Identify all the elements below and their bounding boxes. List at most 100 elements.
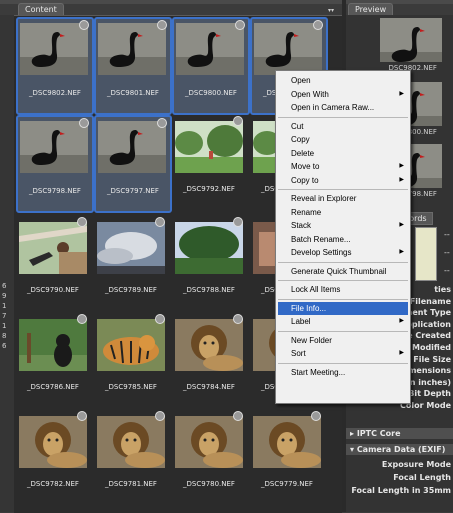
menu-separator xyxy=(278,189,408,190)
context-menu: Open Open With ▶ Open in Camera Raw... Cut Co… xyxy=(275,70,411,404)
menu-item[interactable]: New Folder xyxy=(278,334,408,347)
thumbnail-image[interactable] xyxy=(98,23,166,75)
menu-item[interactable]: File Info... xyxy=(278,301,408,315)
menu-item-label: Open xyxy=(291,76,311,85)
submenu-arrow-icon: ▶ xyxy=(399,350,404,356)
thumbnail-filename: _DSC9782.NEF xyxy=(27,480,79,488)
thumbnail-filename: _DSC9800.NEF xyxy=(185,89,237,97)
menu-item[interactable]: Open in Camera Raw... xyxy=(278,101,408,114)
thumbnail-cell[interactable]: _DSC9781.NEF xyxy=(94,410,168,504)
menu-item[interactable]: Open With ▶ xyxy=(278,88,408,101)
thumbnail-cell[interactable]: _DSC9792.NEF xyxy=(172,115,246,209)
thumbnail-filename: _DSC9802.NEF xyxy=(29,89,81,97)
menu-item[interactable]: Reveal in Explorer xyxy=(278,192,408,205)
thumbnail-image[interactable] xyxy=(254,23,322,75)
thumbnail-filename: _DSC9789.NEF xyxy=(105,286,157,294)
menu-item[interactable]: Copy to ▶ xyxy=(278,174,408,187)
menu-item-label: Reveal in Explorer xyxy=(291,194,357,203)
thumbnail-cell[interactable]: _DSC9786.NEF xyxy=(16,313,90,407)
keyword-value: -- xyxy=(444,248,450,257)
thumbnail-image[interactable] xyxy=(253,416,321,468)
camera-raw-badge-icon xyxy=(77,217,87,227)
thumbnail-filename: _DSC9779.NEF xyxy=(261,480,313,488)
submenu-arrow-icon: ▶ xyxy=(399,249,404,255)
menu-item[interactable]: Develop Settings ▶ xyxy=(278,246,408,259)
thumbnail-cell[interactable]: _DSC9800.NEF xyxy=(172,17,250,115)
thumbnail-cell[interactable]: _DSC9788.NEF xyxy=(172,216,246,310)
menu-item[interactable]: Rename xyxy=(278,206,408,219)
thumbnail-image[interactable] xyxy=(97,222,165,274)
camera-raw-badge-icon xyxy=(77,411,87,421)
thumbnail-image[interactable] xyxy=(20,121,88,173)
camera-raw-badge-icon xyxy=(235,20,245,30)
camera-raw-badge-icon xyxy=(79,20,89,30)
thumbnail-image[interactable] xyxy=(97,319,165,371)
thumbnail-cell[interactable]: _DSC9780.NEF xyxy=(172,410,246,504)
menu-item[interactable]: Batch Rename... xyxy=(278,233,408,246)
thumbnail-cell[interactable]: _DSC9789.NEF xyxy=(94,216,168,310)
thumbnail-image[interactable] xyxy=(19,319,87,371)
thumbnail-filename: _DSC9788.NEF xyxy=(183,286,235,294)
menu-item[interactable]: Delete xyxy=(278,147,408,160)
menu-item-label: Label xyxy=(291,317,311,326)
section-iptc-core[interactable]: ▸ IPTC Core xyxy=(346,428,453,439)
thumbnail-filename: _DSC9798.NEF xyxy=(29,187,81,195)
menu-item[interactable]: Cut xyxy=(278,120,408,133)
menu-item-label: Copy xyxy=(291,135,310,144)
menu-item-label: New Folder xyxy=(291,335,332,345)
thumbnail-cell[interactable]: _DSC9801.NEF xyxy=(94,17,172,115)
menu-item[interactable]: Label ▶ xyxy=(278,315,408,328)
thumbnail-image[interactable] xyxy=(97,416,165,468)
thumbnail-image[interactable] xyxy=(20,23,88,75)
menu-item[interactable]: Copy xyxy=(278,133,408,146)
menu-item[interactable]: Move to ▶ xyxy=(278,160,408,173)
thumbnail-image[interactable] xyxy=(175,319,243,371)
menu-separator xyxy=(278,298,408,300)
thumbnail-cell[interactable]: _DSC9798.NEF xyxy=(16,115,94,213)
thumbnail-image[interactable] xyxy=(175,222,243,274)
thumbnail-cell[interactable]: _DSC9785.NEF xyxy=(94,313,168,407)
thumbnail-image[interactable] xyxy=(98,121,166,173)
submenu-arrow-icon: ▶ xyxy=(399,90,404,97)
thumbnail-cell[interactable]: _DSC9784.NEF xyxy=(172,313,246,407)
camera-raw-badge-icon xyxy=(157,118,167,128)
menu-item[interactable]: Generate Quick Thumbnail xyxy=(278,265,408,278)
menu-item[interactable]: Lock All Items xyxy=(278,283,408,296)
menu-item[interactable]: Open xyxy=(278,74,408,87)
menu-separator xyxy=(278,362,408,364)
camera-raw-badge-icon xyxy=(313,20,323,30)
collapse-arrow-icon: ▾ xyxy=(350,445,355,454)
thumbnail-image[interactable] xyxy=(176,23,244,75)
thumbnail-filename: _DSC9784.NEF xyxy=(183,383,235,391)
thumbnail-cell[interactable]: _DSC9797.NEF xyxy=(94,115,172,213)
menu-item[interactable]: Stack ▶ xyxy=(278,219,408,232)
thumbnail-image[interactable] xyxy=(19,416,87,468)
menu-separator xyxy=(278,261,408,263)
menu-item[interactable]: Start Meeting... xyxy=(278,366,408,379)
section-camera-data[interactable]: ▾ Camera Data (EXIF) xyxy=(346,444,453,455)
camera-raw-badge-icon xyxy=(157,20,167,30)
menu-item-label: Move to xyxy=(291,162,320,171)
thumbnail-cell[interactable]: _DSC9790.NEF xyxy=(16,216,90,310)
camera-raw-badge-icon xyxy=(77,314,87,324)
menu-separator xyxy=(278,330,408,332)
menu-item-label: Cut xyxy=(291,121,304,131)
thumbnail-image[interactable] xyxy=(175,121,243,173)
camera-raw-badge-icon xyxy=(233,217,243,227)
thumbnail-cell[interactable]: _DSC9802.NEF xyxy=(16,17,94,115)
menu-separator xyxy=(278,116,408,118)
thumbnail-cell[interactable]: _DSC9779.NEF xyxy=(250,410,324,504)
menu-item[interactable]: Sort ▶ xyxy=(278,347,408,360)
thumbnail-cell[interactable]: _DSC9782.NEF xyxy=(16,410,90,504)
camera-raw-badge-icon xyxy=(233,314,243,324)
panel-menu-icon[interactable]: ▾▾ xyxy=(328,7,338,14)
preview-thumbnail[interactable] xyxy=(380,18,442,62)
menu-item-label: Start Meeting... xyxy=(291,367,346,377)
thumbnail-image[interactable] xyxy=(175,416,243,468)
menu-item-label: Generate Quick Thumbnail xyxy=(291,266,387,276)
camera-raw-badge-icon xyxy=(311,411,321,421)
camera-raw-badge-icon xyxy=(233,411,243,421)
thumbnail-image[interactable] xyxy=(19,222,87,274)
submenu-arrow-icon: ▶ xyxy=(399,163,404,169)
thumbnail-filename: _DSC9790.NEF xyxy=(27,286,79,294)
